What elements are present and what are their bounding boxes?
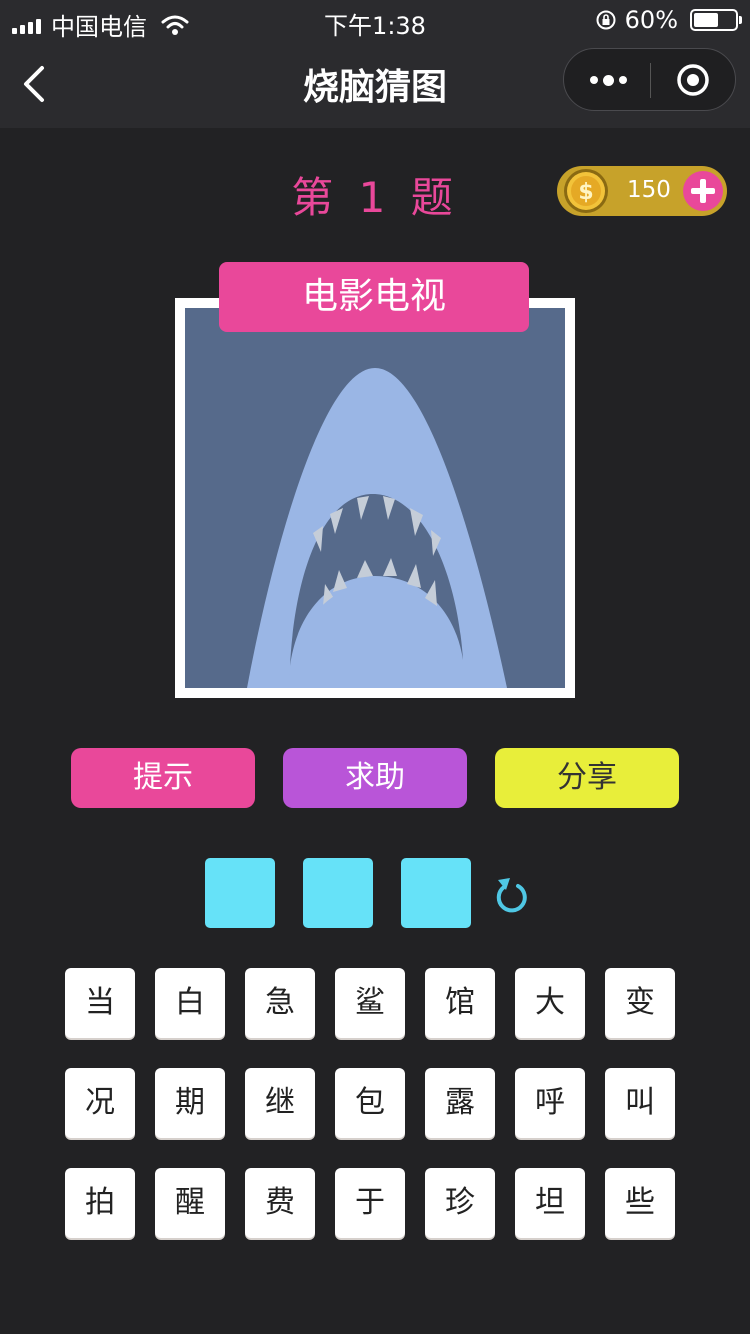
char-tile[interactable]: 坦 [515,1168,585,1238]
answer-slot-3[interactable] [401,858,471,928]
capsule-divider [650,63,651,98]
help-button[interactable]: 求助 [283,748,467,808]
char-tile[interactable]: 包 [335,1068,405,1138]
char-tile[interactable]: 况 [65,1068,135,1138]
hint-button[interactable]: 提示 [71,748,255,808]
char-tile[interactable]: 醒 [155,1168,225,1238]
svg-text:$: $ [578,180,593,205]
char-tile[interactable]: 当 [65,968,135,1038]
char-tile[interactable]: 大 [515,968,585,1038]
category-tag: 电影电视 [219,262,529,332]
mini-program-capsule [563,48,736,111]
char-tile[interactable]: 继 [245,1068,315,1138]
char-tile[interactable]: 费 [245,1168,315,1238]
level-number: 1 [358,173,392,222]
char-tile[interactable]: 拍 [65,1168,135,1238]
status-bar: 中国电信 下午1:38 60% [0,0,750,41]
answer-slot-2[interactable] [303,858,373,928]
battery-icon [690,9,742,31]
puzzle-image-frame [175,298,575,698]
coin-icon: $ [564,169,608,213]
share-button[interactable]: 分享 [495,748,679,808]
char-tile[interactable]: 叫 [605,1068,675,1138]
char-tile[interactable]: 露 [425,1068,495,1138]
close-target-icon[interactable] [676,63,710,97]
refresh-icon[interactable] [492,872,530,916]
char-tile[interactable]: 期 [155,1068,225,1138]
status-right: 60% [595,6,742,34]
rotation-lock-icon [596,10,616,30]
char-tile[interactable]: 于 [335,1168,405,1238]
char-tile[interactable]: 些 [605,1168,675,1238]
nav-bar: 烧脑猜图 [0,40,750,128]
char-tile[interactable]: 变 [605,968,675,1038]
char-tile[interactable]: 白 [155,968,225,1038]
shark-jaws-illustration [185,308,565,688]
answer-slot-1[interactable] [205,858,275,928]
char-tile[interactable]: 鲨 [335,968,405,1038]
add-coins-icon[interactable] [681,169,725,213]
coin-counter: $ 150 [557,166,727,216]
level-prefix: 第 [291,173,340,222]
battery-percent: 60% [624,6,678,34]
char-tile[interactable]: 馆 [425,968,495,1038]
char-tile[interactable]: 急 [245,968,315,1038]
coin-count: 150 [627,177,671,203]
char-tile[interactable]: 珍 [425,1168,495,1238]
battery-level [694,13,718,27]
level-suffix: 题 [410,173,459,222]
more-icon[interactable] [586,65,630,95]
char-tile[interactable]: 呼 [515,1068,585,1138]
